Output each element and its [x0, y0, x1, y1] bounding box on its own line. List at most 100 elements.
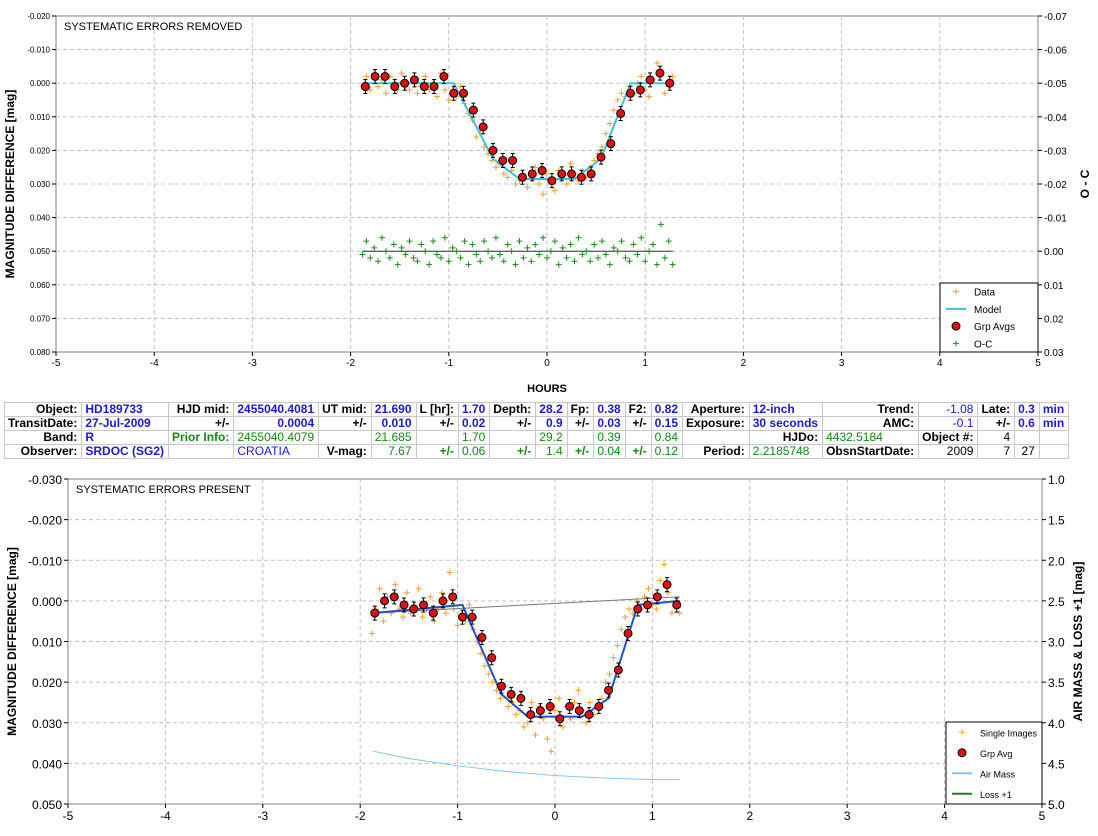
chart-systematic-errors-removed: -5 -4 -3 -2 -1 0 1 2 3 4 5 -0.020 -0.010 0.000 0.010 0.…	[3, 12, 1092, 395]
data-point	[563, 703, 570, 710]
y2-tick-label: 3.0	[1048, 636, 1065, 650]
info-cell: Aperture:	[682, 402, 750, 417]
x-tick-label: 2	[741, 358, 747, 369]
data-point	[376, 585, 383, 592]
data-point	[626, 606, 633, 612]
y2-tick-label: -0.04	[1044, 113, 1067, 124]
error-bar	[402, 597, 407, 613]
y-axis-label: MAGNITUDE DIFFERENCE [mag]	[5, 547, 19, 736]
group-avg-point	[596, 152, 606, 162]
info-cell: 4432.5184	[822, 430, 920, 445]
data-point	[388, 610, 395, 617]
data-point	[614, 642, 621, 649]
info-cell: 0.39	[593, 430, 626, 445]
error-bar	[460, 609, 465, 625]
info-cell: 1.70	[457, 402, 491, 417]
y2-tick-label: 1.5	[1048, 514, 1065, 528]
group-avg-point	[567, 169, 577, 179]
data-point	[384, 593, 391, 600]
group-avg-point	[527, 169, 537, 179]
info-cell: Exposure:	[682, 416, 750, 431]
info-cell: Observer:	[3, 444, 83, 459]
y-tick-label: -0.030	[28, 473, 62, 487]
plot-area	[67, 478, 1043, 805]
info-cell: 2.2185748	[748, 444, 824, 459]
y2-tick-label: 5.0	[1048, 798, 1065, 812]
data-point	[552, 707, 558, 714]
error-bar	[518, 690, 523, 706]
y-tick-label: 0.070	[30, 314, 51, 323]
data-point	[372, 606, 379, 612]
info-cell: 2455040.4081	[233, 402, 320, 417]
y2-tick-label: -0.07	[1044, 12, 1067, 23]
data-point	[528, 699, 535, 706]
group-avg-point	[537, 166, 547, 176]
info-cell: 27-Jul-2009	[81, 416, 170, 431]
x-tick-label: 5	[1039, 809, 1046, 823]
data-point	[380, 618, 387, 625]
group-avg-point	[439, 71, 449, 81]
y-tick-label: 0.000	[32, 595, 62, 609]
info-cell: F2:	[624, 402, 652, 417]
data-point	[649, 601, 656, 608]
y-tick-label: -0.010	[27, 46, 50, 55]
y-tick-label: 0.030	[30, 180, 51, 189]
chart-title: SYSTEMATIC ERRORS PRESENT	[76, 484, 251, 496]
group-avg-point	[652, 592, 662, 602]
info-row: Object: HD189733 HJD mid: 2455040.4081 UT mi…	[3, 402, 1070, 417]
info-cell: Period:	[682, 444, 750, 459]
error-bar	[470, 609, 475, 625]
data-point	[450, 606, 457, 612]
error-bar	[440, 593, 445, 609]
data-point	[501, 683, 508, 690]
info-cell: +/-	[624, 416, 652, 431]
x-tick-label: 3	[839, 358, 845, 369]
baseline-line	[372, 596, 680, 614]
data-point	[544, 736, 551, 742]
data-point	[532, 731, 539, 738]
error-bar	[421, 597, 426, 613]
info-cell	[1014, 430, 1040, 445]
y2-tick-label: 1.0	[1048, 473, 1065, 487]
info-cell	[682, 430, 750, 445]
group-avg-point	[498, 155, 508, 165]
group-avg-point	[604, 685, 614, 695]
data-point	[664, 589, 671, 596]
x-tick-label: -3	[248, 358, 257, 369]
info-cell: Object #:	[918, 430, 979, 445]
data-point	[524, 719, 531, 726]
info-cell: 0.04	[593, 444, 626, 459]
error-bar	[528, 707, 533, 723]
group-avg-point	[419, 600, 429, 610]
error-bar	[626, 625, 631, 641]
data-point	[637, 606, 644, 612]
x-tick-label: 0	[552, 809, 559, 823]
error-bar	[538, 703, 543, 719]
legend-label: Grp Avg	[980, 749, 1012, 759]
data-point	[509, 699, 516, 706]
data-point	[505, 703, 512, 710]
error-bar	[635, 601, 640, 617]
error-bar	[392, 589, 397, 605]
group-avg-point	[468, 105, 478, 115]
group-avg-point	[508, 155, 518, 165]
group-avg-point	[545, 702, 555, 711]
air-mass-line	[372, 750, 680, 781]
group-avg-point	[477, 632, 487, 642]
data-point	[396, 606, 403, 612]
legend-label: O-C	[974, 339, 992, 350]
info-cell: AMC:	[822, 416, 920, 431]
group-avg-point	[606, 139, 616, 149]
legend-label: Air Mass	[980, 769, 1016, 779]
info-cell: -1.08	[918, 402, 979, 417]
data-point	[606, 671, 613, 677]
group-avg-point	[633, 604, 643, 614]
group-avg-point	[623, 628, 633, 638]
y-tick-label: -0.020	[27, 12, 50, 21]
error-bar	[431, 605, 436, 621]
group-avg-point	[555, 714, 565, 724]
data-point	[555, 695, 562, 702]
group-avg-point	[429, 82, 439, 92]
info-cell: 21.685	[370, 430, 417, 445]
x-tick-label: -1	[452, 809, 463, 823]
